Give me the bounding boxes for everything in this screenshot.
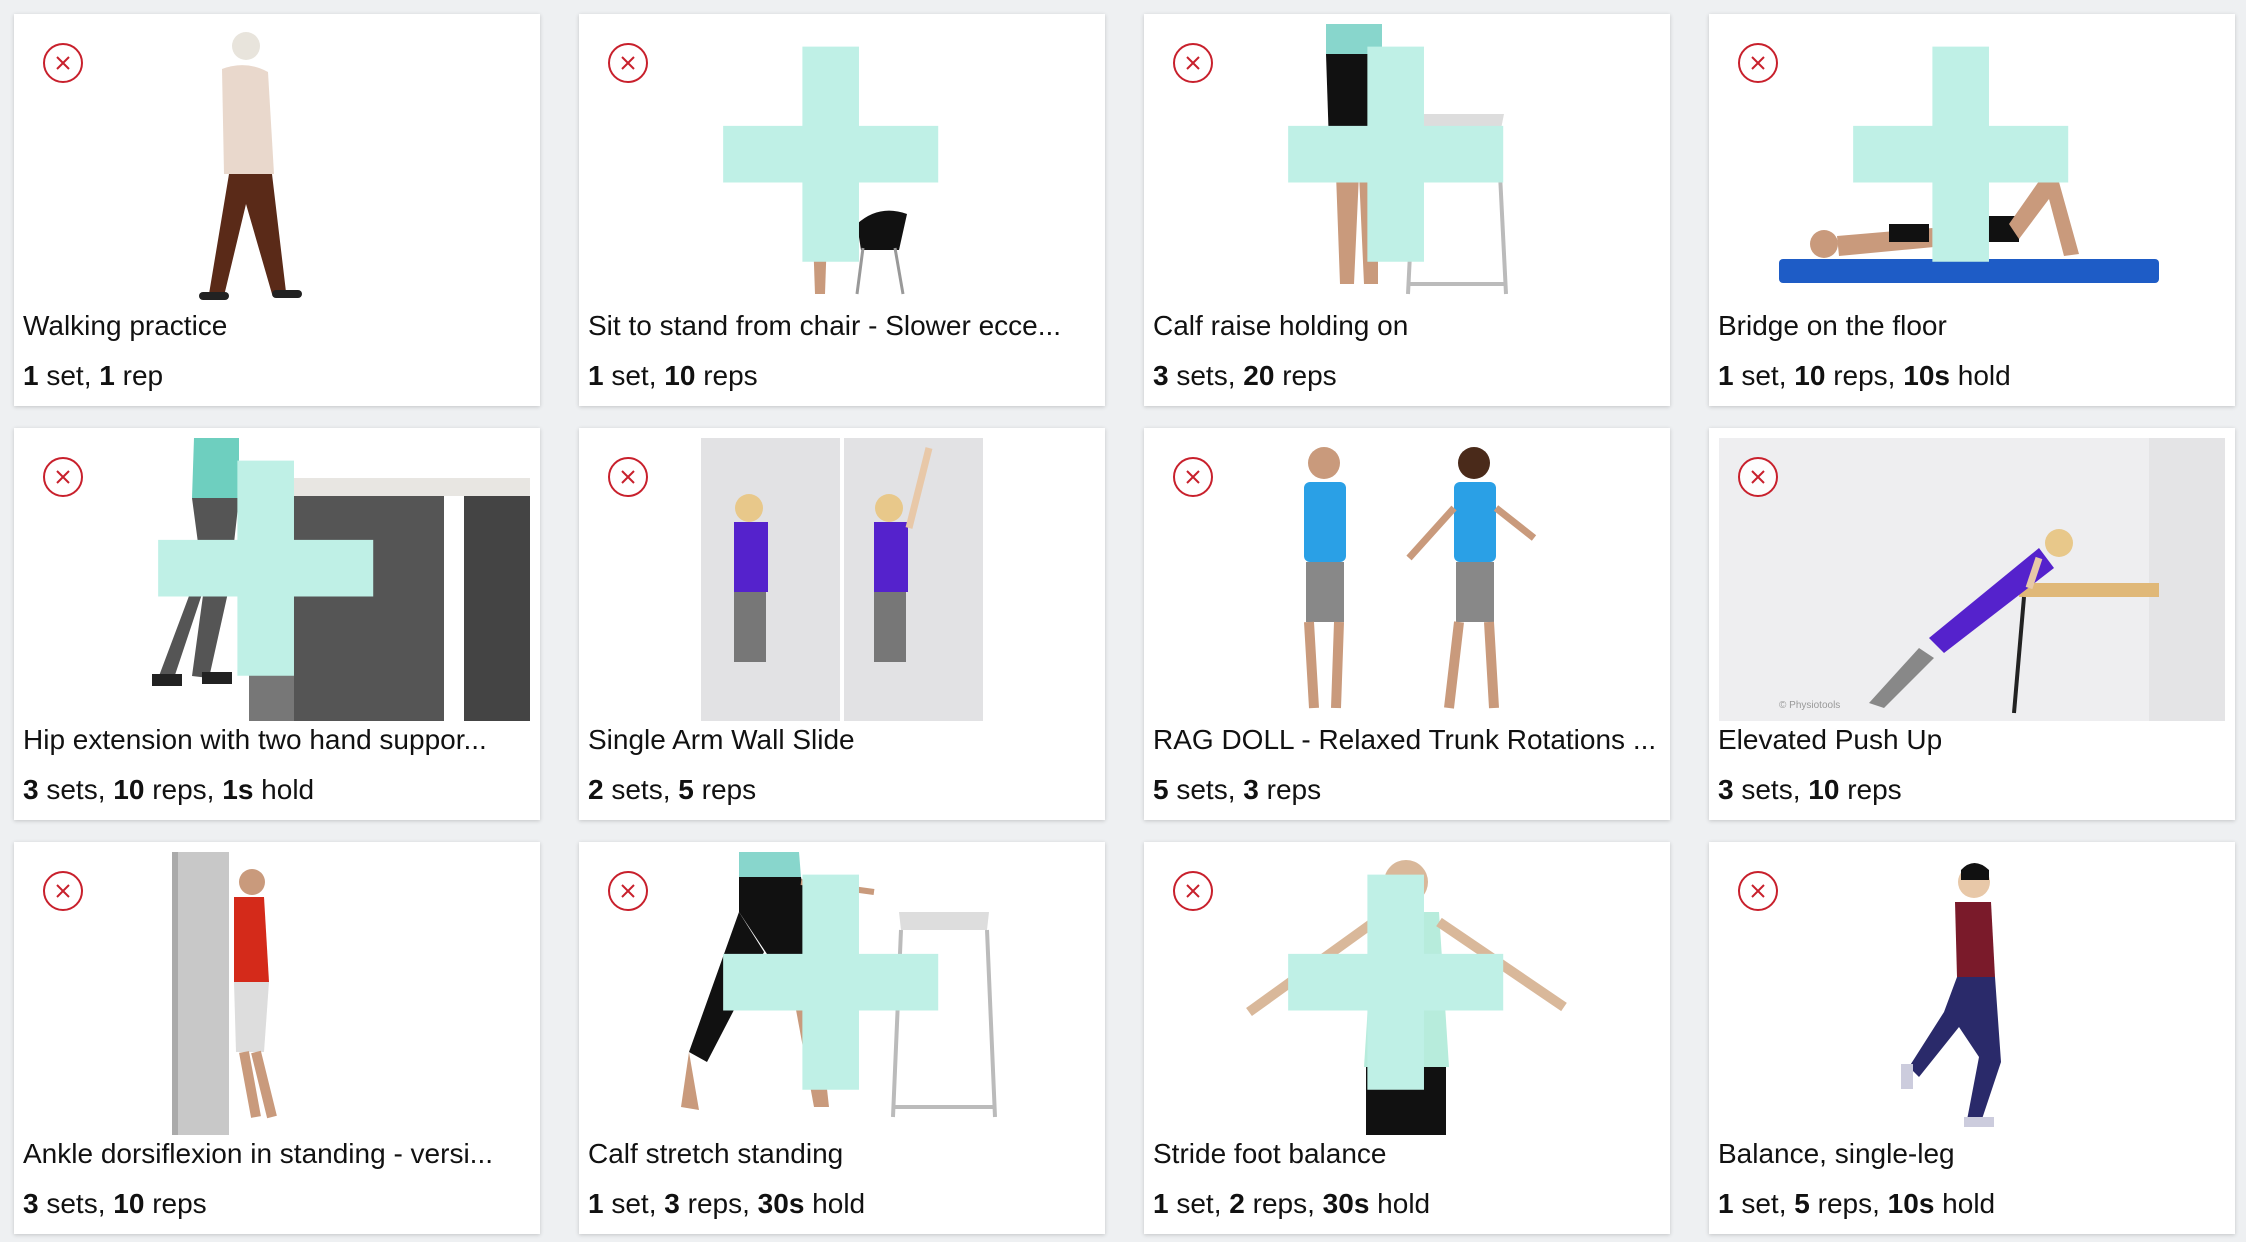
exercise-dosage: 1 set, 3 reps, 30s hold <box>588 1188 866 1219</box>
remove-icon[interactable] <box>1738 871 1778 911</box>
remove-icon[interactable] <box>1173 43 1213 83</box>
exercise-image <box>1154 438 1660 721</box>
exercise-title: Bridge on the floor <box>1718 310 1947 341</box>
exercise-card[interactable]: Bridge on the floor 1 set, 10 reps, 10s … <box>1709 14 2235 406</box>
exercise-dosage: 1 set, 5 reps, 10s hold <box>1718 1188 1996 1219</box>
watermark-text: © Physiotools <box>1779 700 1840 711</box>
exercise-card[interactable]: RAG DOLL - Relaxed Trunk Rotations ... 5… <box>1144 428 1670 820</box>
remove-icon[interactable] <box>43 43 83 83</box>
remove-icon[interactable] <box>1173 457 1213 497</box>
exercise-title: Elevated Push Up <box>1718 724 1943 755</box>
exercise-card[interactable]: Single Arm Wall Slide 2 sets, 5 reps <box>579 428 1105 820</box>
exercise-card[interactable]: Calf stretch standing 1 set, 3 reps, 30s… <box>579 842 1105 1234</box>
remove-icon[interactable] <box>1738 457 1778 497</box>
remove-icon[interactable] <box>608 871 648 911</box>
exercise-card[interactable]: Stride foot balance 1 set, 2 reps, 30s h… <box>1144 842 1670 1234</box>
exercise-dosage: 1 set, 1 rep <box>23 360 164 391</box>
plus-arrow-icon <box>1853 46 2069 262</box>
exercise-image <box>1719 24 2225 307</box>
exercise-dosage: 3 sets, 10 reps, 1s hold <box>23 774 315 805</box>
exercise-title: RAG DOLL - Relaxed Trunk Rotations ... <box>1153 724 1657 755</box>
exercise-dosage: 1 set, 10 reps, 10s hold <box>1718 360 2011 391</box>
exercise-card[interactable]: Sit to stand from chair - Slower ecce...… <box>579 14 1105 406</box>
exercise-card[interactable]: Hip extension with two hand suppor... 3 … <box>14 428 540 820</box>
exercise-image: © Physiotools <box>1719 438 2225 721</box>
exercise-dosage: 3 sets, 10 reps <box>1718 774 1902 805</box>
exercise-title: Stride foot balance <box>1153 1138 1387 1169</box>
exercise-card[interactable]: Walking practice 1 set, 1 rep <box>14 14 540 406</box>
exercise-title: Ankle dorsiflexion in standing - versi..… <box>23 1138 493 1169</box>
exercise-title: Calf stretch standing <box>588 1138 844 1169</box>
plus-arrow-icon <box>1288 874 1504 1090</box>
exercise-image <box>24 24 530 307</box>
remove-icon[interactable] <box>43 871 83 911</box>
remove-icon[interactable] <box>608 457 648 497</box>
exercise-title: Single Arm Wall Slide <box>588 724 855 755</box>
exercise-image <box>589 852 1095 1135</box>
exercise-title: Hip extension with two hand suppor... <box>23 724 487 755</box>
exercise-title: Sit to stand from chair - Slower ecce... <box>588 310 1062 341</box>
exercise-grid: Walking practice 1 set, 1 rep Sit to sta… <box>14 14 2235 1234</box>
exercise-image <box>589 438 1095 721</box>
exercise-image <box>24 438 530 721</box>
exercise-image <box>589 24 1095 307</box>
exercise-image <box>1154 852 1660 1135</box>
exercise-card[interactable]: Balance, single-leg 1 set, 5 reps, 10s h… <box>1709 842 2235 1234</box>
remove-icon[interactable] <box>1173 871 1213 911</box>
exercise-image <box>24 852 530 1135</box>
exercise-dosage: 5 sets, 3 reps <box>1153 774 1322 805</box>
remove-icon[interactable] <box>1738 43 1778 83</box>
exercise-dosage: 3 sets, 20 reps <box>1153 360 1337 391</box>
plus-arrow-icon <box>158 460 374 676</box>
exercise-card[interactable]: Ankle dorsiflexion in standing - versi..… <box>14 842 540 1234</box>
exercise-dosage: 1 set, 10 reps <box>588 360 758 391</box>
remove-icon[interactable] <box>608 43 648 83</box>
exercise-card[interactable]: © Physiotools Elevated Push Up 3 sets, 1… <box>1709 428 2235 820</box>
exercise-title: Balance, single-leg <box>1718 1138 1955 1169</box>
exercise-dosage: 3 sets, 10 reps <box>23 1188 207 1219</box>
exercise-image <box>1154 24 1660 307</box>
plus-arrow-icon <box>723 874 939 1090</box>
plus-arrow-icon <box>1288 46 1504 262</box>
exercise-image <box>1719 852 2225 1135</box>
exercise-dosage: 2 sets, 5 reps <box>588 774 757 805</box>
exercise-title: Calf raise holding on <box>1153 310 1409 341</box>
remove-icon[interactable] <box>43 457 83 497</box>
exercise-card[interactable]: Calf raise holding on 3 sets, 20 reps <box>1144 14 1670 406</box>
plus-arrow-icon <box>723 46 939 262</box>
exercise-title: Walking practice <box>23 310 228 341</box>
exercise-dosage: 1 set, 2 reps, 30s hold <box>1153 1188 1431 1219</box>
